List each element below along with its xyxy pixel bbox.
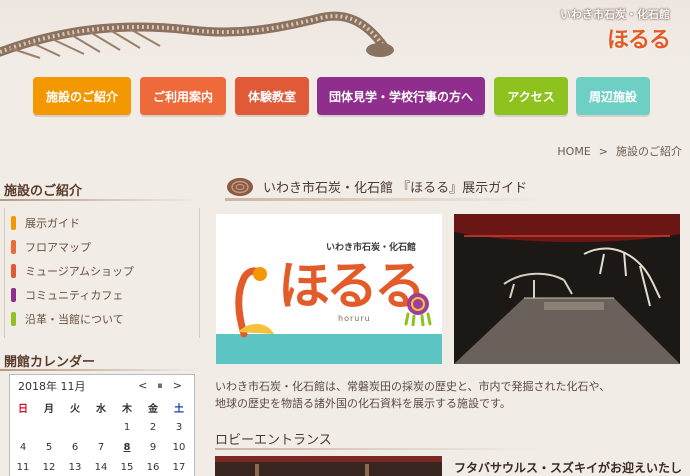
sidebar-item-label: コミュニティカフェ (25, 289, 124, 302)
calendar-weekday: 月 (44, 403, 54, 415)
calendar-next-button[interactable]: > (173, 379, 182, 392)
ammonite-mascot-icon (404, 293, 432, 326)
calendar-day[interactable]: 11 (10, 462, 36, 473)
hero-horuru-text: ほるる (278, 257, 426, 317)
calendar-prev-button[interactable]: < (138, 379, 147, 392)
breadcrumb-separator: > (598, 145, 608, 158)
lobby-entrance-photo (215, 456, 442, 476)
logo-teal-band (216, 334, 442, 364)
sidebar-menu: 展示ガイド フロアマップ ミュージアムショップ コミュニティカフェ 沿革・当館に… (4, 208, 200, 338)
sidebar-item-community-cafe[interactable]: コミュニティカフェ (11, 288, 123, 302)
nav-usage-guide[interactable]: ご利用案内 (140, 77, 226, 115)
exhibit-hall-photo (454, 214, 680, 364)
sidebar-item-exhibit-guide[interactable]: 展示ガイド (11, 216, 80, 230)
sidebar-item-marker (11, 264, 16, 278)
sidebar-item-label: 展示ガイド (25, 217, 80, 230)
calendar-day[interactable]: 9 (140, 442, 166, 453)
calendar-day[interactable]: 16 (140, 462, 166, 473)
calendar-day[interactable]: 12 (36, 462, 62, 473)
calendar-month: 2018年 11月 (18, 380, 86, 393)
breadcrumb: HOME > 施設のご紹介 (553, 143, 686, 159)
ammonite-icon (227, 178, 253, 196)
site-header: いわき市石炭・化石館 ほるる (0, 0, 690, 62)
site-logo[interactable]: いわき市石炭・化石館 ほるる (560, 6, 671, 54)
calendar-weekday: 土 (174, 403, 184, 415)
breadcrumb-home[interactable]: HOME (557, 145, 590, 158)
dinosaur-mascot-icon (235, 267, 274, 338)
horuru-logo-image: いわき市石炭・化石館 ほるる horuru (216, 214, 442, 364)
calendar-day[interactable]: 1 (114, 422, 140, 433)
calendar-week-row: 11 12 13 14 15 16 17 (10, 457, 194, 476)
calendar-day[interactable]: 14 (88, 462, 114, 473)
sidebar-item-museum-shop[interactable]: ミュージアムショップ (11, 264, 134, 278)
nav-access[interactable]: アクセス (494, 77, 568, 115)
calendar-controls: < ⏸ > (128, 379, 182, 393)
sidebar-item-floor-map[interactable]: フロアマップ (11, 240, 91, 254)
sidebar-title: 施設のご紹介 (4, 184, 83, 199)
calendar-day[interactable]: 7 (88, 442, 114, 453)
calendar-weekday: 火 (70, 403, 80, 415)
sidebar-item-history[interactable]: 沿革・当館について (11, 312, 124, 326)
calendar-day[interactable]: 2 (140, 422, 166, 433)
calendar-title: 開館カレンダー (4, 355, 96, 370)
section-title-rule (215, 448, 540, 450)
hero-roman-text: horuru (338, 314, 371, 323)
breadcrumb-current: 施設のご紹介 (616, 145, 682, 158)
plesiosaur-fossil-image (0, 11, 394, 59)
nav-group-visits[interactable]: 団体見学・学校行事の方へ (317, 77, 485, 115)
sidebar-title-rule (0, 199, 200, 201)
opening-calendar: 2018年 11月 < ⏸ > 日 月 火 水 木 金 土 1 2 3 4 5 6 … (9, 374, 195, 476)
calendar-day[interactable]: 15 (114, 462, 140, 473)
calendar-day[interactable]: 6 (62, 442, 88, 453)
sidebar-item-marker (11, 312, 16, 326)
logo-museum-name: いわき市石炭・化石館 (560, 8, 670, 21)
calendar-weekday: 日 (18, 403, 28, 415)
calendar-day[interactable]: 3 (166, 422, 192, 433)
page-title: いわき市石炭・化石館 『ほるる』展示ガイド (263, 180, 528, 196)
sidebar-item-label: 沿革・当館について (25, 313, 124, 326)
sidebar-item-label: ミュージアムショップ (25, 265, 135, 278)
calendar-day[interactable]: 13 (62, 462, 88, 473)
lobby-scene (215, 456, 442, 476)
lobby-caption: フタバサウルス・スズキイがお迎えいたし (454, 461, 683, 475)
calendar-pause-button[interactable]: ⏸ (157, 379, 163, 392)
calendar-day-today[interactable]: 8 (114, 442, 140, 453)
sidebar-item-marker (11, 288, 16, 302)
exhibit-hall-scene (454, 214, 680, 364)
calendar-week-row: 4 5 6 7 8 9 10 (10, 437, 194, 457)
logo-horuru: ほるる (606, 28, 671, 53)
calendar-weekday: 水 (96, 403, 106, 415)
calendar-week-row: 1 2 3 (10, 417, 194, 437)
nav-workshop[interactable]: 体験教室 (235, 77, 309, 115)
nav-nearby-facilities[interactable]: 周辺施設 (576, 77, 650, 115)
sidebar-item-marker (11, 240, 16, 254)
nav-facility-intro[interactable]: 施設のご紹介 (33, 77, 131, 115)
calendar-weekday: 金 (148, 403, 158, 415)
page-title-rule (225, 198, 545, 201)
exhibit-guide-heading: いわき市石炭・化石館 『ほるる』展示ガイド (225, 172, 545, 200)
calendar-day[interactable]: 4 (10, 442, 36, 453)
calendar-header: 2018年 11月 < ⏸ > (10, 375, 194, 397)
description-line-2: 地球の歴史を物語る諸外国の化石資料を展示する施設です。 (215, 397, 511, 410)
sidebar-item-marker (11, 216, 16, 230)
calendar-weekday: 木 (122, 403, 132, 415)
calendar-weekday-row: 日 月 火 水 木 金 土 (10, 397, 194, 417)
section-title-lobby: ロビーエントランス (215, 433, 332, 448)
calendar-day[interactable]: 10 (166, 442, 192, 453)
calendar-day[interactable]: 5 (36, 442, 62, 453)
description-line-1: いわき市石炭・化石館は、常磐炭田の採炭の歴史と、市内で発掘された化石や、 (215, 380, 611, 393)
calendar-title-rule (0, 369, 200, 371)
sidebar-item-label: フロアマップ (25, 241, 91, 254)
calendar-day[interactable]: 17 (166, 462, 192, 473)
